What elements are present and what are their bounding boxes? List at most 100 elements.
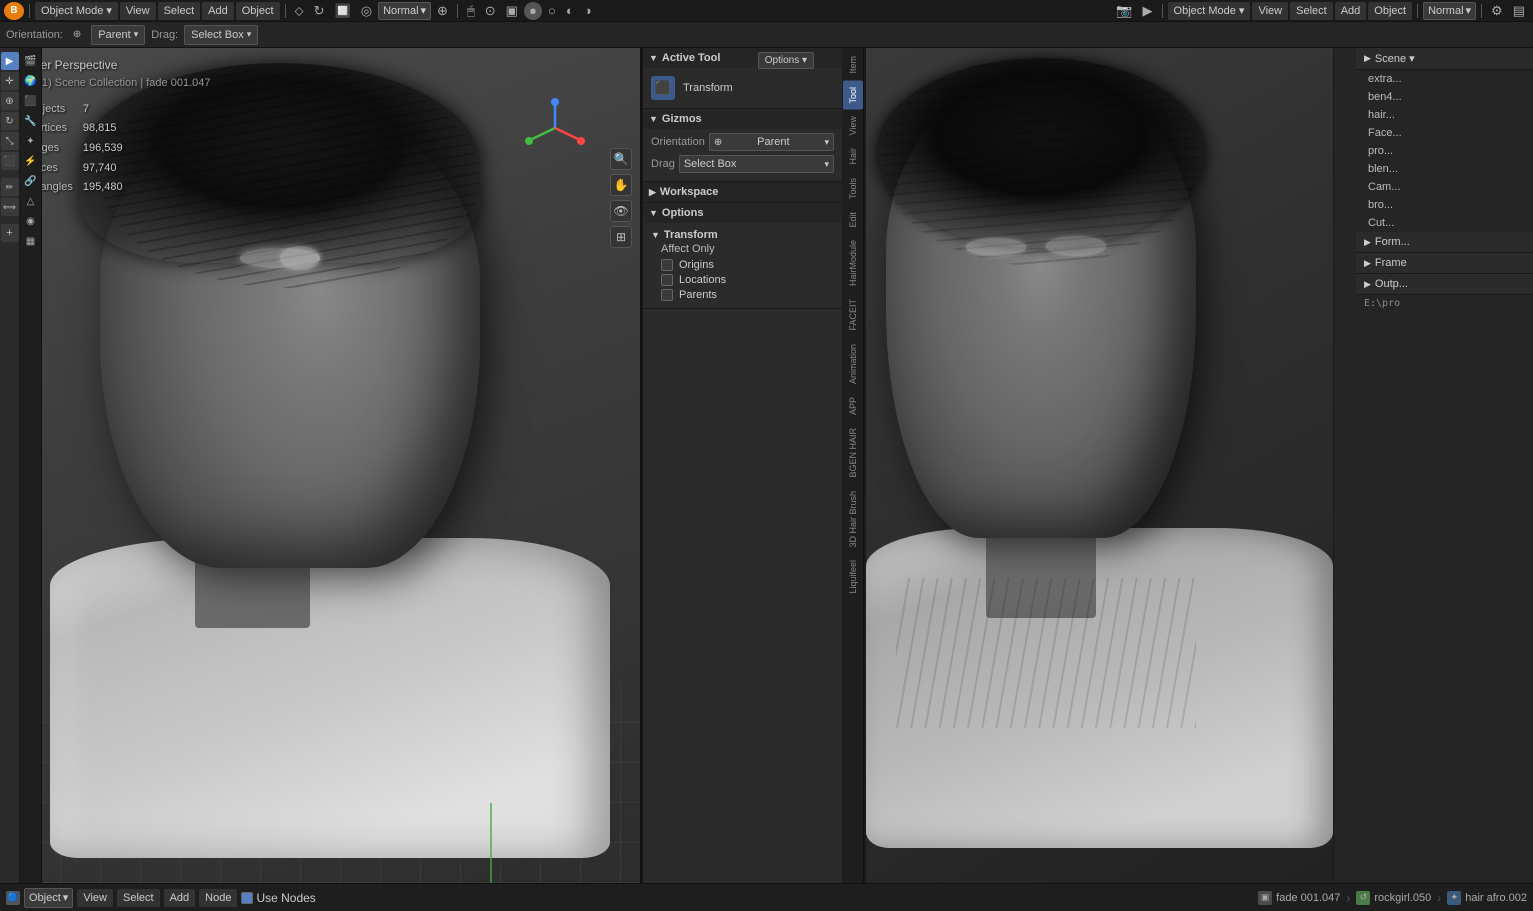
vtab-animation[interactable]: Animation [843,338,863,390]
bottom-node-btn[interactable]: Node [199,889,237,907]
transform-icon-2[interactable]: ↻ [310,2,329,20]
form-section-header[interactable]: ▶ Form... [1356,232,1533,253]
content-area: ▶ ✛ ⊕ ↻ ⤡ ⬛ ✏ ⟺ + [0,48,1533,883]
transform-icon-1[interactable]: ⬦ [291,2,308,20]
transform-sub-header[interactable]: ▼ Transform [651,227,834,243]
rp-item-face[interactable]: Face... [1356,124,1533,142]
eye-right-on-left-viewport [280,246,320,270]
head-model-right [866,48,1333,883]
view-menu-left[interactable]: View [120,2,156,20]
bottom-select-btn[interactable]: Select [117,889,160,907]
bottom-object-mode[interactable]: Object▾ [24,888,73,908]
vtab-3dhairbrush[interactable]: 3D Hair Brush [843,485,863,554]
vtab-faceit[interactable]: FACEIT [843,293,863,337]
snap-icon[interactable]: 🔲 [331,2,355,20]
rp-item-hair[interactable]: hair... [1356,106,1533,124]
transform-gizmo[interactable] [525,98,585,161]
bottom-engine-icon[interactable]: 🔵 [6,891,20,905]
rp-item-bro[interactable]: bro... [1356,196,1533,214]
blender-logo[interactable]: B [4,2,24,20]
annotate-tool-btn[interactable]: ✏ [1,178,19,196]
shading-render[interactable]: ◑ [580,2,596,20]
object-menu-left[interactable]: Object [236,2,280,20]
drag-value-dropdown[interactable]: Select Box▾ [184,25,258,45]
vtab-edit[interactable]: Edit [843,206,863,234]
parents-checkbox[interactable] [661,289,673,301]
origins-checkbox[interactable] [661,259,673,271]
transform-tool-btn[interactable]: ⬛ [1,152,19,170]
active-tool-content: ⬛ Transform [643,68,842,108]
transform-row: ⬛ Transform [651,72,834,104]
options-btn[interactable]: Options ▾ [758,52,814,69]
pivot-icon[interactable]: ⊕ [433,2,452,20]
left-viewport[interactable]: User Perspective (231) Scene Collection … [20,48,640,883]
select-menu-left[interactable]: Select [158,2,201,20]
vtab-item[interactable]: Item [843,50,863,80]
workspace-header[interactable]: ▶ Workspace [643,182,842,202]
vtab-hair[interactable]: Hair [843,142,863,171]
shading-material[interactable]: ◐ [562,2,578,20]
move-tool-btn[interactable]: ⊕ [1,92,19,110]
cursor-tool-btn[interactable]: ✛ [1,72,19,90]
vtab-bgenhair[interactable]: BGEN HAIR [843,422,863,484]
move-view-icon[interactable]: ✋ [610,174,632,196]
locations-checkbox[interactable] [661,274,673,286]
right-panel-toggle[interactable]: ▤ [1509,2,1529,20]
top-bar-left: B Object Mode▾ View Select Add Object ⬦ … [0,2,1108,20]
scene-outliner-header[interactable]: ▶ Scene ▾ [1356,48,1533,70]
render-anim-icon[interactable]: ▶ [1139,2,1157,20]
top-bar-right: 📷 ▶ Object Mode▾ View Select Add Object … [1108,2,1533,20]
view-menu-right[interactable]: View [1252,2,1288,20]
eye1-right-vp [966,238,1026,256]
right-viewport[interactable] [864,48,1333,883]
scale-tool-btn[interactable]: ⤡ [1,132,19,150]
mode-selector-right[interactable]: Object Mode▾ [1168,2,1251,20]
orientation-icon[interactable]: ⊕ [69,26,85,44]
rp-item-pro[interactable]: pro... [1356,142,1533,160]
select-menu-right[interactable]: Select [1290,2,1333,20]
add-menu-right[interactable]: Add [1335,2,1367,20]
object-menu-right[interactable]: Object [1368,2,1412,20]
vtab-app[interactable]: APP [843,391,863,421]
bottom-view-btn[interactable]: View [77,889,113,907]
add-menu-left[interactable]: Add [202,2,234,20]
obj2-icon: ↺ [1356,891,1370,905]
vtab-hairmodule[interactable]: HairModule [843,234,863,292]
output-section-header[interactable]: ▶ Outp... [1356,274,1533,295]
orientation-dropdown-panel[interactable]: ⊕ Parent ▾ [709,133,834,151]
zoom-icon[interactable]: 🔍 [610,148,632,170]
cursor-toggle[interactable]: 🖱 [463,2,479,20]
rp-item-cut[interactable]: Cut... [1356,214,1533,232]
vtab-tool[interactable]: Tool [843,81,863,110]
render-icon[interactable]: 📷 [1112,2,1136,20]
drag-dropdown-panel[interactable]: Select Box ▾ [679,155,834,173]
orientation-value-dropdown[interactable]: Parent▾ [91,25,145,45]
select-tool-btn[interactable]: ▶ [1,52,19,70]
measure-tool-btn[interactable]: ⟺ [1,198,19,216]
camera-icon[interactable]: 👁 [610,200,632,222]
bottom-add-btn[interactable]: Add [164,889,196,907]
mode-selector-left[interactable]: Object Mode▾ [35,2,118,20]
vtab-liquifeel[interactable]: Liquifeel [843,554,863,600]
shading-solid[interactable]: ● [524,2,542,20]
shading-wire[interactable]: ○ [544,2,560,20]
rotate-tool-btn[interactable]: ↻ [1,112,19,130]
options-header[interactable]: ▼ Options [643,203,842,223]
xray-toggle[interactable]: ▣ [502,2,522,20]
right-panel-icons[interactable]: ⚙ [1487,2,1507,20]
proportional-icon[interactable]: ◎ [357,2,376,20]
add-tool-btn[interactable]: + [1,224,19,242]
use-nodes-checkbox[interactable] [241,892,253,904]
vtab-tools[interactable]: Tools [843,172,863,205]
rp-item-blen[interactable]: blen... [1356,160,1533,178]
orientation-dropdown-right[interactable]: Normal▾ [1423,2,1476,20]
rp-item-cam[interactable]: Cam... [1356,178,1533,196]
rp-item-ben[interactable]: ben4... [1356,88,1533,106]
orientation-dropdown-left[interactable]: Normal▾ [378,2,431,20]
grid-icon[interactable]: ⊞ [610,226,632,248]
overlay-toggle[interactable]: ⊙ [481,2,500,20]
gizmos-header[interactable]: ▼ Gizmos [643,109,842,129]
vtab-view[interactable]: View [843,110,863,141]
frame-section-header[interactable]: ▶ Frame [1356,253,1533,274]
rp-item-extra[interactable]: extra... [1356,70,1533,88]
